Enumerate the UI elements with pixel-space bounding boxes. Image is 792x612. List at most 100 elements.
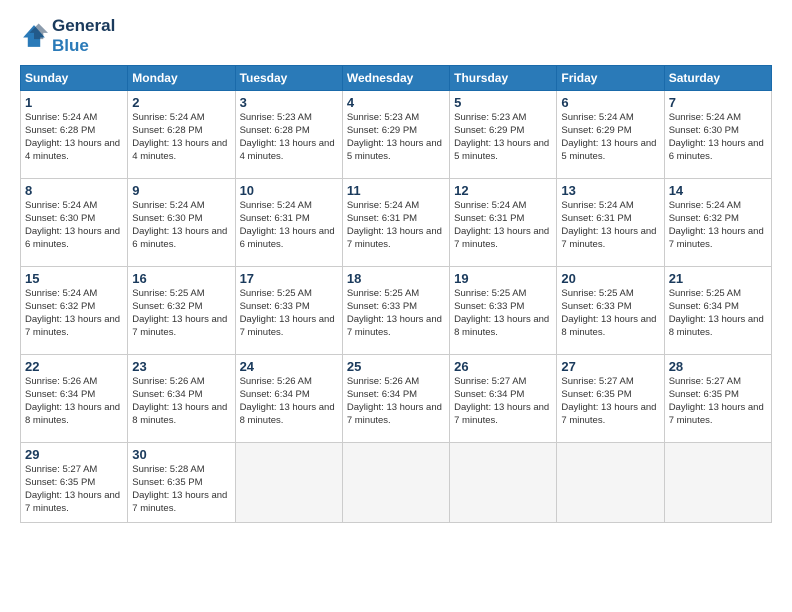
day-number: 21 xyxy=(669,271,767,286)
day-info: Sunrise: 5:24 AM Sunset: 6:31 PM Dayligh… xyxy=(454,200,552,251)
week-row-1: 1 Sunrise: 5:24 AM Sunset: 6:28 PM Dayli… xyxy=(21,91,772,179)
day-info: Sunrise: 5:28 AM Sunset: 6:35 PM Dayligh… xyxy=(132,464,230,515)
day-info: Sunrise: 5:24 AM Sunset: 6:30 PM Dayligh… xyxy=(669,112,767,163)
calendar-cell: 25 Sunrise: 5:26 AM Sunset: 6:34 PM Dayl… xyxy=(342,355,449,443)
day-number: 13 xyxy=(561,183,659,198)
calendar-cell: 7 Sunrise: 5:24 AM Sunset: 6:30 PM Dayli… xyxy=(664,91,771,179)
day-info: Sunrise: 5:26 AM Sunset: 6:34 PM Dayligh… xyxy=(240,376,338,427)
calendar-cell: 2 Sunrise: 5:24 AM Sunset: 6:28 PM Dayli… xyxy=(128,91,235,179)
day-number: 10 xyxy=(240,183,338,198)
day-info: Sunrise: 5:27 AM Sunset: 6:35 PM Dayligh… xyxy=(669,376,767,427)
calendar-cell: 16 Sunrise: 5:25 AM Sunset: 6:32 PM Dayl… xyxy=(128,267,235,355)
day-info: Sunrise: 5:25 AM Sunset: 6:34 PM Dayligh… xyxy=(669,288,767,339)
day-number: 6 xyxy=(561,95,659,110)
weekday-header-tuesday: Tuesday xyxy=(235,66,342,91)
calendar-cell xyxy=(450,443,557,523)
day-number: 7 xyxy=(669,95,767,110)
calendar-cell: 11 Sunrise: 5:24 AM Sunset: 6:31 PM Dayl… xyxy=(342,179,449,267)
day-number: 26 xyxy=(454,359,552,374)
calendar-cell: 19 Sunrise: 5:25 AM Sunset: 6:33 PM Dayl… xyxy=(450,267,557,355)
day-number: 30 xyxy=(132,447,230,462)
day-info: Sunrise: 5:27 AM Sunset: 6:35 PM Dayligh… xyxy=(561,376,659,427)
day-info: Sunrise: 5:23 AM Sunset: 6:29 PM Dayligh… xyxy=(454,112,552,163)
day-number: 27 xyxy=(561,359,659,374)
calendar-cell: 23 Sunrise: 5:26 AM Sunset: 6:34 PM Dayl… xyxy=(128,355,235,443)
calendar-cell: 20 Sunrise: 5:25 AM Sunset: 6:33 PM Dayl… xyxy=(557,267,664,355)
day-info: Sunrise: 5:25 AM Sunset: 6:32 PM Dayligh… xyxy=(132,288,230,339)
weekday-header-wednesday: Wednesday xyxy=(342,66,449,91)
day-info: Sunrise: 5:23 AM Sunset: 6:28 PM Dayligh… xyxy=(240,112,338,163)
calendar-cell: 22 Sunrise: 5:26 AM Sunset: 6:34 PM Dayl… xyxy=(21,355,128,443)
week-row-2: 8 Sunrise: 5:24 AM Sunset: 6:30 PM Dayli… xyxy=(21,179,772,267)
day-number: 4 xyxy=(347,95,445,110)
calendar-cell xyxy=(342,443,449,523)
day-number: 28 xyxy=(669,359,767,374)
day-info: Sunrise: 5:24 AM Sunset: 6:29 PM Dayligh… xyxy=(561,112,659,163)
calendar-cell: 9 Sunrise: 5:24 AM Sunset: 6:30 PM Dayli… xyxy=(128,179,235,267)
calendar-cell xyxy=(664,443,771,523)
day-number: 8 xyxy=(25,183,123,198)
calendar-cell: 3 Sunrise: 5:23 AM Sunset: 6:28 PM Dayli… xyxy=(235,91,342,179)
logo-icon xyxy=(20,22,48,50)
calendar-cell: 15 Sunrise: 5:24 AM Sunset: 6:32 PM Dayl… xyxy=(21,267,128,355)
calendar-cell: 5 Sunrise: 5:23 AM Sunset: 6:29 PM Dayli… xyxy=(450,91,557,179)
day-number: 16 xyxy=(132,271,230,286)
day-info: Sunrise: 5:24 AM Sunset: 6:28 PM Dayligh… xyxy=(132,112,230,163)
weekday-header-thursday: Thursday xyxy=(450,66,557,91)
calendar-cell: 1 Sunrise: 5:24 AM Sunset: 6:28 PM Dayli… xyxy=(21,91,128,179)
day-info: Sunrise: 5:24 AM Sunset: 6:32 PM Dayligh… xyxy=(669,200,767,251)
day-info: Sunrise: 5:27 AM Sunset: 6:35 PM Dayligh… xyxy=(25,464,123,515)
calendar-table: SundayMondayTuesdayWednesdayThursdayFrid… xyxy=(20,65,772,523)
day-info: Sunrise: 5:24 AM Sunset: 6:31 PM Dayligh… xyxy=(240,200,338,251)
calendar-cell: 27 Sunrise: 5:27 AM Sunset: 6:35 PM Dayl… xyxy=(557,355,664,443)
calendar-cell: 8 Sunrise: 5:24 AM Sunset: 6:30 PM Dayli… xyxy=(21,179,128,267)
day-info: Sunrise: 5:25 AM Sunset: 6:33 PM Dayligh… xyxy=(240,288,338,339)
calendar-cell xyxy=(235,443,342,523)
day-number: 17 xyxy=(240,271,338,286)
calendar-cell: 30 Sunrise: 5:28 AM Sunset: 6:35 PM Dayl… xyxy=(128,443,235,523)
calendar-cell: 21 Sunrise: 5:25 AM Sunset: 6:34 PM Dayl… xyxy=(664,267,771,355)
day-info: Sunrise: 5:24 AM Sunset: 6:30 PM Dayligh… xyxy=(25,200,123,251)
day-number: 19 xyxy=(454,271,552,286)
day-number: 5 xyxy=(454,95,552,110)
week-row-5: 29 Sunrise: 5:27 AM Sunset: 6:35 PM Dayl… xyxy=(21,443,772,523)
day-info: Sunrise: 5:26 AM Sunset: 6:34 PM Dayligh… xyxy=(25,376,123,427)
day-number: 24 xyxy=(240,359,338,374)
day-number: 20 xyxy=(561,271,659,286)
day-info: Sunrise: 5:25 AM Sunset: 6:33 PM Dayligh… xyxy=(561,288,659,339)
calendar-cell: 13 Sunrise: 5:24 AM Sunset: 6:31 PM Dayl… xyxy=(557,179,664,267)
day-number: 12 xyxy=(454,183,552,198)
day-info: Sunrise: 5:23 AM Sunset: 6:29 PM Dayligh… xyxy=(347,112,445,163)
day-number: 29 xyxy=(25,447,123,462)
logo-text: General Blue xyxy=(52,16,115,55)
day-info: Sunrise: 5:25 AM Sunset: 6:33 PM Dayligh… xyxy=(347,288,445,339)
weekday-header-monday: Monday xyxy=(128,66,235,91)
calendar-cell: 28 Sunrise: 5:27 AM Sunset: 6:35 PM Dayl… xyxy=(664,355,771,443)
week-row-3: 15 Sunrise: 5:24 AM Sunset: 6:32 PM Dayl… xyxy=(21,267,772,355)
day-info: Sunrise: 5:24 AM Sunset: 6:32 PM Dayligh… xyxy=(25,288,123,339)
day-number: 2 xyxy=(132,95,230,110)
header: General Blue xyxy=(20,16,772,55)
calendar-cell: 18 Sunrise: 5:25 AM Sunset: 6:33 PM Dayl… xyxy=(342,267,449,355)
day-number: 11 xyxy=(347,183,445,198)
calendar-cell: 10 Sunrise: 5:24 AM Sunset: 6:31 PM Dayl… xyxy=(235,179,342,267)
day-info: Sunrise: 5:24 AM Sunset: 6:31 PM Dayligh… xyxy=(561,200,659,251)
day-info: Sunrise: 5:24 AM Sunset: 6:28 PM Dayligh… xyxy=(25,112,123,163)
day-number: 22 xyxy=(25,359,123,374)
weekday-header-saturday: Saturday xyxy=(664,66,771,91)
weekday-header-sunday: Sunday xyxy=(21,66,128,91)
calendar-cell: 12 Sunrise: 5:24 AM Sunset: 6:31 PM Dayl… xyxy=(450,179,557,267)
weekday-header-row: SundayMondayTuesdayWednesdayThursdayFrid… xyxy=(21,66,772,91)
calendar-cell: 26 Sunrise: 5:27 AM Sunset: 6:34 PM Dayl… xyxy=(450,355,557,443)
day-info: Sunrise: 5:25 AM Sunset: 6:33 PM Dayligh… xyxy=(454,288,552,339)
day-info: Sunrise: 5:26 AM Sunset: 6:34 PM Dayligh… xyxy=(347,376,445,427)
calendar-cell: 29 Sunrise: 5:27 AM Sunset: 6:35 PM Dayl… xyxy=(21,443,128,523)
calendar-cell: 14 Sunrise: 5:24 AM Sunset: 6:32 PM Dayl… xyxy=(664,179,771,267)
page: General Blue SundayMondayTuesdayWednesda… xyxy=(0,0,792,612)
day-number: 1 xyxy=(25,95,123,110)
day-number: 18 xyxy=(347,271,445,286)
day-number: 25 xyxy=(347,359,445,374)
calendar-cell: 24 Sunrise: 5:26 AM Sunset: 6:34 PM Dayl… xyxy=(235,355,342,443)
day-number: 14 xyxy=(669,183,767,198)
calendar-cell: 6 Sunrise: 5:24 AM Sunset: 6:29 PM Dayli… xyxy=(557,91,664,179)
